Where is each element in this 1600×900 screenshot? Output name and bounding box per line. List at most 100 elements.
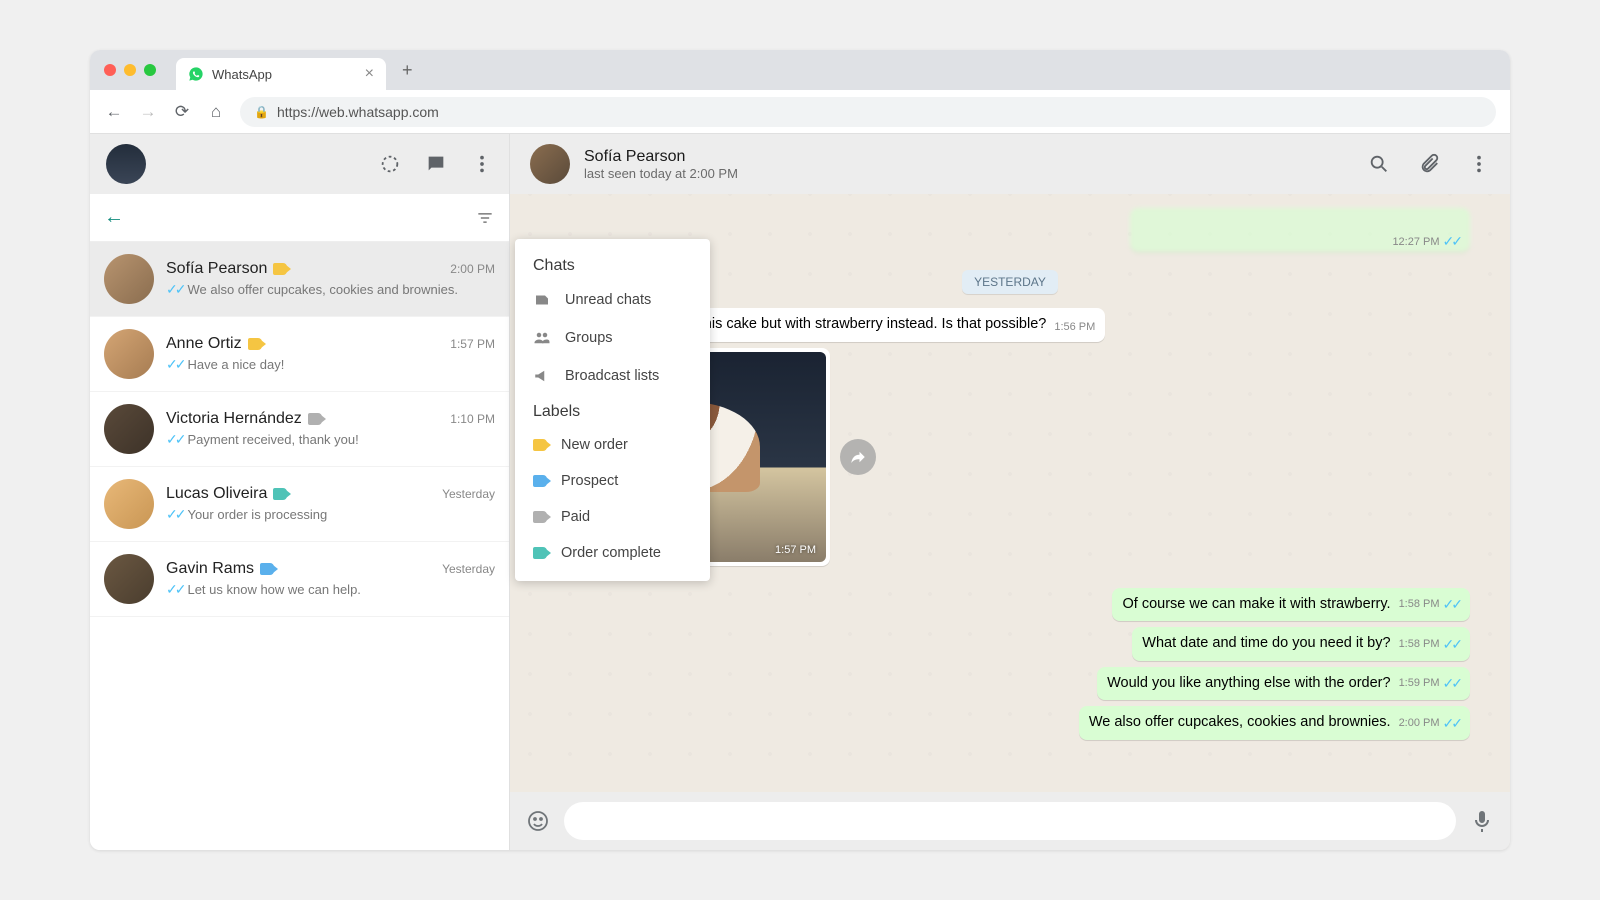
message-time: 1:58 PM xyxy=(1399,637,1440,652)
dropdown-label: New order xyxy=(561,437,628,453)
chat-preview: Let us know how we can help. xyxy=(187,582,360,597)
outgoing-message[interactable]: Of course we can make it with strawberry… xyxy=(1112,588,1470,622)
dropdown-section-title: Labels xyxy=(515,395,710,427)
voice-button[interactable] xyxy=(1470,809,1494,833)
chat-list: Sofía Pearson 2:00 PM ✓✓ We also offer c… xyxy=(90,242,509,850)
conversation-header[interactable]: Sofía Pearson last seen today at 2:00 PM xyxy=(510,134,1510,194)
chat-name: Lucas Oliveira xyxy=(166,485,267,503)
dropdown-item-groups[interactable]: Groups xyxy=(515,319,710,357)
chat-item[interactable]: Anne Ortiz 1:57 PM ✓✓ Have a nice day! xyxy=(90,317,509,392)
dropdown-label-paid[interactable]: Paid xyxy=(515,499,710,535)
label-icon xyxy=(248,338,262,350)
message-text: Of course we can make it with strawberry… xyxy=(1122,595,1390,615)
outgoing-message[interactable]: What date and time do you need it by? 1:… xyxy=(1132,627,1470,661)
chat-avatar xyxy=(104,479,154,529)
forward-button[interactable]: → xyxy=(138,102,158,122)
label-icon xyxy=(533,547,547,559)
close-window-button[interactable] xyxy=(104,64,116,76)
status-icon[interactable] xyxy=(379,153,401,175)
address-bar[interactable]: 🔒 https://web.whatsapp.com xyxy=(240,97,1496,127)
browser-tabbar: WhatsApp × + xyxy=(90,50,1510,90)
chat-name: Gavin Rams xyxy=(166,560,254,578)
contact-avatar[interactable] xyxy=(530,144,570,184)
chat-time: 1:57 PM xyxy=(450,337,495,351)
read-receipt-icon: ✓✓ xyxy=(1443,714,1460,733)
profile-avatar[interactable] xyxy=(106,144,146,184)
chat-avatar xyxy=(104,404,154,454)
megaphone-icon xyxy=(533,367,551,385)
minimize-window-button[interactable] xyxy=(124,64,136,76)
new-chat-icon[interactable] xyxy=(425,153,447,175)
read-receipt-icon: ✓✓ xyxy=(1443,635,1460,654)
reload-button[interactable]: ⟳ xyxy=(172,102,192,122)
chat-item[interactable]: Sofía Pearson 2:00 PM ✓✓ We also offer c… xyxy=(90,242,509,317)
dropdown-label-order-complete[interactable]: Order complete xyxy=(515,535,710,571)
browser-window: WhatsApp × + ← → ⟳ ⌂ 🔒 https://web.whats… xyxy=(90,50,1510,850)
dropdown-label-new-order[interactable]: New order xyxy=(515,427,710,463)
filter-dropdown: Chats Unread chats Groups Broadcast list… xyxy=(515,239,710,581)
forward-button[interactable] xyxy=(840,439,876,475)
chat-preview: We also offer cupcakes, cookies and brow… xyxy=(187,282,458,297)
outgoing-message[interactable]: Would you like anything else with the or… xyxy=(1097,667,1470,701)
dropdown-label: Groups xyxy=(565,330,613,346)
filter-button[interactable] xyxy=(475,208,495,228)
message-input[interactable] xyxy=(564,802,1456,840)
search-row: ← xyxy=(90,194,509,242)
chat-item[interactable]: Gavin Rams Yesterday ✓✓ Let us know how … xyxy=(90,542,509,617)
dropdown-label: Order complete xyxy=(561,545,661,561)
dropdown-item-unread[interactable]: Unread chats xyxy=(515,281,710,319)
message-text: What date and time do you need it by? xyxy=(1142,634,1390,654)
message-time: 1:58 PM xyxy=(1399,597,1440,612)
close-tab-button[interactable]: × xyxy=(365,65,374,83)
chat-preview: Payment received, thank you! xyxy=(187,432,358,447)
message-time: 12:27 PM xyxy=(1392,236,1439,248)
chat-item[interactable]: Lucas Oliveira Yesterday ✓✓ Your order i… xyxy=(90,467,509,542)
tab-title: WhatsApp xyxy=(212,67,272,82)
back-button[interactable]: ← xyxy=(104,102,124,122)
new-tab-button[interactable]: + xyxy=(402,60,413,81)
search-icon[interactable] xyxy=(1368,153,1390,175)
read-receipt-icon: ✓✓ xyxy=(1443,674,1460,693)
lock-icon: 🔒 xyxy=(254,105,269,119)
menu-icon[interactable] xyxy=(471,153,493,175)
emoji-button[interactable] xyxy=(526,809,550,833)
chat-name: Anne Ortiz xyxy=(166,335,242,353)
message-text: We also offer cupcakes, cookies and brow… xyxy=(1089,713,1391,733)
dropdown-section-title: Chats xyxy=(515,249,710,281)
label-icon xyxy=(308,413,322,425)
contact-status: last seen today at 2:00 PM xyxy=(584,166,738,181)
whatsapp-app: ← Sofía Pearson 2:00 PM ✓✓ We also xyxy=(90,134,1510,850)
message-text: Would you like anything else with the or… xyxy=(1107,674,1390,694)
read-receipt-icon: ✓✓ xyxy=(166,431,183,448)
chat-name: Victoria Hernández xyxy=(166,410,302,428)
read-receipt-icon: ✓✓ xyxy=(166,356,183,373)
menu-icon[interactable] xyxy=(1468,153,1490,175)
whatsapp-icon xyxy=(188,66,204,82)
maximize-window-button[interactable] xyxy=(144,64,156,76)
browser-tab[interactable]: WhatsApp × xyxy=(176,58,386,90)
label-icon xyxy=(533,475,547,487)
read-receipt-icon: ✓✓ xyxy=(1443,595,1460,614)
url-text: https://web.whatsapp.com xyxy=(277,104,439,120)
chat-item[interactable]: Victoria Hernández 1:10 PM ✓✓ Payment re… xyxy=(90,392,509,467)
label-icon xyxy=(260,563,274,575)
attach-icon[interactable] xyxy=(1418,153,1440,175)
message-time: 1:57 PM xyxy=(775,544,816,556)
dropdown-item-broadcast[interactable]: Broadcast lists xyxy=(515,357,710,395)
chat-preview: Your order is processing xyxy=(187,507,327,522)
dropdown-label-prospect[interactable]: Prospect xyxy=(515,463,710,499)
chat-time: Yesterday xyxy=(442,562,495,576)
outgoing-message[interactable]: We also offer cupcakes, cookies and brow… xyxy=(1079,706,1470,740)
label-icon xyxy=(533,511,547,523)
chat-preview: Have a nice day! xyxy=(187,357,284,372)
browser-toolbar: ← → ⟳ ⌂ 🔒 https://web.whatsapp.com xyxy=(90,90,1510,134)
chat-time: 2:00 PM xyxy=(450,262,495,276)
read-receipt-icon: ✓✓ xyxy=(166,281,183,298)
read-receipt-icon: ✓✓ xyxy=(166,506,183,523)
chat-time: 1:10 PM xyxy=(450,412,495,426)
dropdown-label: Unread chats xyxy=(565,292,651,308)
search-back-button[interactable]: ← xyxy=(104,206,124,229)
home-button[interactable]: ⌂ xyxy=(206,102,226,122)
chat-avatar xyxy=(104,329,154,379)
dropdown-label: Broadcast lists xyxy=(565,368,659,384)
